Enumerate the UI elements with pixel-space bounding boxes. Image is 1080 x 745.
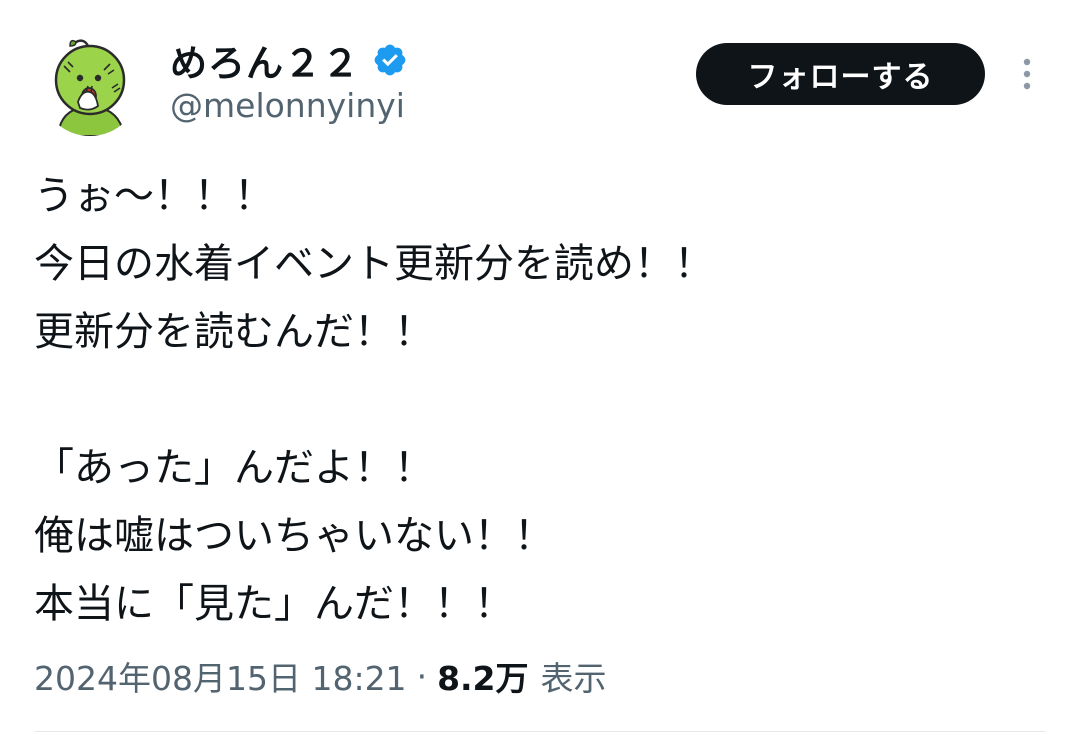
tweet-card: めろん２２ @melonnyinyi フォローする うぉ〜！！！ 今日の水着イベ… bbox=[0, 0, 1080, 745]
tweet-timestamp[interactable]: 2024年08月15日 18:21 bbox=[34, 652, 407, 700]
divider bbox=[34, 731, 1046, 732]
tweet-line: 更新分を読むんだ！！ bbox=[34, 309, 434, 355]
verified-badge-icon[interactable] bbox=[372, 42, 408, 78]
author-display-name[interactable]: めろん２２ bbox=[170, 33, 360, 87]
tweet-line: 「あった」んだよ！！ bbox=[34, 445, 434, 491]
meta-separator: · bbox=[416, 656, 428, 696]
melon-character-avatar-icon bbox=[40, 36, 140, 136]
tweet-line: 本当に「見た」んだ！！！ bbox=[34, 581, 514, 627]
tweet-line: 俺は嘘はついちゃいない！！ bbox=[34, 513, 554, 559]
author-name-row: めろん２２ bbox=[170, 33, 408, 87]
views-count[interactable]: 8.2万 bbox=[437, 652, 528, 700]
avatar[interactable] bbox=[40, 36, 140, 136]
tweet-line: うぉ〜！！！ bbox=[34, 173, 274, 219]
tweet-meta: 2024年08月15日 18:21 · 8.2万 表示 bbox=[34, 648, 607, 704]
views-label: 表示 bbox=[540, 659, 607, 698]
more-vertical-icon[interactable] bbox=[1012, 56, 1042, 92]
tweet-text: うぉ〜！！！ 今日の水着イベント更新分を読め！！ 更新分を読むんだ！！ 「あった… bbox=[34, 162, 1044, 638]
tweet-line: 今日の水着イベント更新分を読め！！ bbox=[34, 241, 714, 287]
follow-button[interactable]: フォローする bbox=[696, 43, 985, 105]
author-handle[interactable]: @melonnyinyi bbox=[170, 86, 405, 125]
